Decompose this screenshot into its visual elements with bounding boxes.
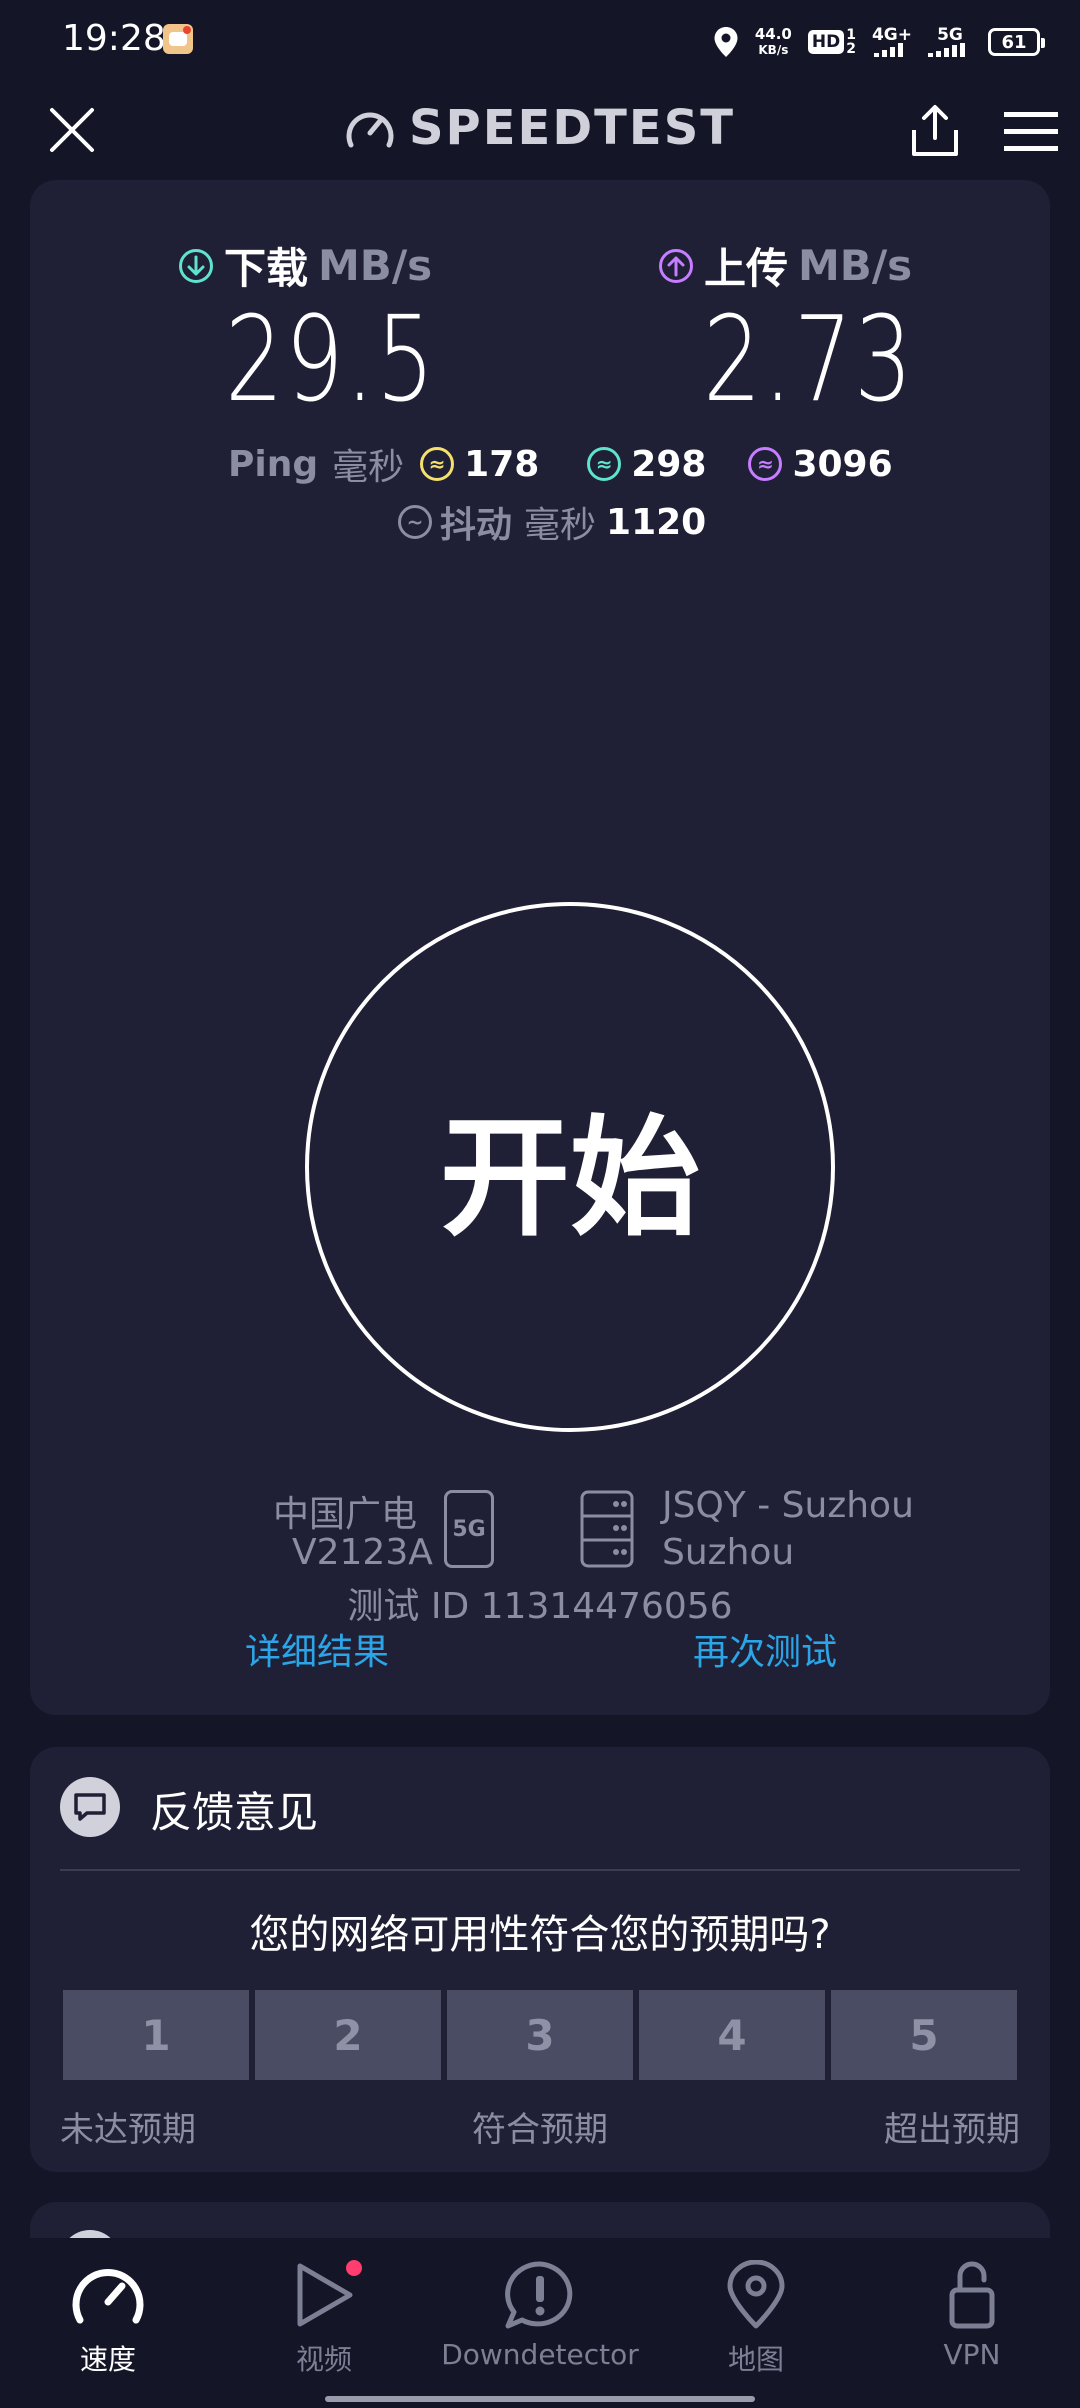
nav-speed-label: 速度 — [79, 2343, 136, 2376]
location-icon — [714, 27, 738, 57]
nav-downdetector[interactable]: Downdetector — [432, 2260, 648, 2371]
rating-button-5[interactable]: 5 — [831, 1990, 1017, 2080]
upload-arrow-icon — [659, 248, 693, 283]
unlock-icon — [949, 2261, 995, 2329]
bottom-nav: 速度 视频 Downdetector 地图 VPN — [0, 2238, 1080, 2408]
status-bar: 19:28 44.0 KB/s HD 1 2 4G+ 5G 61 — [0, 0, 1080, 80]
nav-vpn[interactable]: VPN — [864, 2260, 1080, 2371]
start-button-label: 开始 — [439, 1102, 700, 1254]
device-model: V2123A — [292, 1532, 433, 1573]
feedback-question: 您的网络可用性符合您的预期吗? — [249, 1912, 831, 1958]
download-label-text: 下载 — [224, 244, 309, 293]
test-id: 测试 ID 11314476056 — [347, 1586, 733, 1627]
hd-icon: HD — [807, 30, 845, 54]
feedback-icon-badge — [60, 1777, 120, 1837]
signal-4g: 4G+ — [872, 27, 912, 57]
detailed-results-link[interactable]: 详细结果 — [245, 1623, 389, 1675]
upload-label-text: 上传 — [704, 244, 789, 293]
nav-speed[interactable]: 速度 — [0, 2260, 216, 2378]
results-card: 下载 MB/s 29.5 上传 MB/s 2.73 Ping 毫秒 ≈ 178 … — [30, 180, 1050, 1715]
sim-2-label: 2 — [846, 41, 856, 57]
status-right: 44.0 KB/s HD 1 2 4G+ 5G 61 — [713, 22, 1045, 62]
signal-bars-icon — [873, 43, 903, 57]
rating-button-3[interactable]: 3 — [447, 1990, 633, 2080]
phone-5g-icon: 5G — [444, 1490, 494, 1568]
chat-bubble-icon — [74, 1793, 106, 1821]
signal-bars-icon — [928, 43, 965, 57]
carrier-name: 中国广电 — [273, 1494, 418, 1535]
ping-idle-icon: ≈ — [420, 447, 455, 481]
feedback-divider — [60, 1869, 1020, 1871]
nav-vpn-label: VPN — [943, 2338, 1001, 2371]
upload-label: 上传 MB/s — [658, 235, 912, 296]
jitter-unit: 毫秒 — [524, 505, 597, 546]
ping-label: Ping — [228, 443, 319, 485]
net-badge-label: 5G — [452, 1516, 486, 1542]
ping-download-icon: ≈ — [587, 447, 622, 481]
net-speed-indicator: 44.0 KB/s — [755, 26, 792, 58]
jitter-label: 抖动 — [440, 505, 513, 546]
hamburger-menu-icon — [1004, 112, 1058, 151]
nav-map-label: 地图 — [727, 2343, 784, 2376]
upload-unit: MB/s — [798, 241, 913, 290]
nav-video-label: 视频 — [295, 2343, 352, 2376]
rating-high-label: 超出预期 — [884, 2110, 1020, 2150]
net-type-1: 4G+ — [871, 25, 912, 45]
speedometer-icon — [72, 2269, 144, 2324]
jitter-value: 1120 — [606, 501, 707, 543]
jitter-icon: ~ — [398, 505, 432, 539]
server-icon — [580, 1490, 634, 1568]
nav-downdetector-label: Downdetector — [441, 2338, 639, 2371]
brand-text: SPEEDTEST — [408, 100, 735, 156]
net-type-2: 5G — [937, 25, 963, 45]
ping-upload-value: 3096 — [792, 443, 893, 485]
jitter-row: ~ 抖动 毫秒 1120 — [398, 496, 706, 548]
upload-value: 2.73 — [703, 290, 915, 428]
start-button[interactable]: 开始 — [305, 902, 835, 1432]
feedback-card: 反馈意见 您的网络可用性符合您的预期吗? 1 2 3 4 5 未达预期 符合预期… — [30, 1747, 1050, 2172]
ping-idle-value: 178 — [464, 443, 540, 485]
map-pin-icon — [727, 2260, 785, 2329]
server-name: JSQY - Suzhou — [662, 1485, 914, 1526]
feedback-title: 反馈意见 — [150, 1788, 319, 1837]
download-label: 下载 MB/s — [178, 235, 432, 296]
alert-bubble-icon — [505, 2261, 573, 2329]
ping-row: Ping 毫秒 ≈ 178 ≈ 298 ≈ 3096 — [228, 438, 893, 490]
nav-video[interactable]: 视频 — [216, 2260, 432, 2378]
menu-button[interactable] — [1004, 112, 1058, 152]
rating-button-1[interactable]: 1 — [63, 1990, 249, 2080]
speedometer-icon — [346, 112, 394, 148]
battery-icon: 61 — [988, 28, 1045, 56]
notification-dot — [346, 2260, 362, 2276]
retest-link[interactable]: 再次测试 — [693, 1623, 837, 1675]
share-button[interactable] — [910, 104, 960, 158]
rating-button-2[interactable]: 2 — [255, 1990, 441, 2080]
sim-1-label: 1 — [846, 27, 856, 43]
rating-button-4[interactable]: 4 — [639, 1990, 825, 2080]
share-icon — [912, 105, 958, 156]
net-speed-unit: KB/s — [758, 43, 789, 57]
download-value: 29.5 — [225, 290, 437, 428]
server-city: Suzhou — [662, 1532, 795, 1573]
status-time: 19:28 — [62, 18, 166, 59]
download-arrow-icon — [179, 248, 213, 283]
home-indicator[interactable] — [325, 2396, 755, 2402]
net-speed-value: 44.0 — [754, 25, 792, 43]
signal-5g: 5G — [928, 27, 972, 57]
ping-unit: 毫秒 — [332, 447, 405, 488]
ping-download-value: 298 — [631, 443, 707, 485]
notification-app-icon — [163, 24, 193, 54]
hd-badge: HD 1 2 — [807, 27, 856, 57]
nav-map[interactable]: 地图 — [648, 2260, 864, 2378]
ping-upload-icon: ≈ — [748, 447, 783, 481]
download-unit: MB/s — [318, 241, 433, 290]
